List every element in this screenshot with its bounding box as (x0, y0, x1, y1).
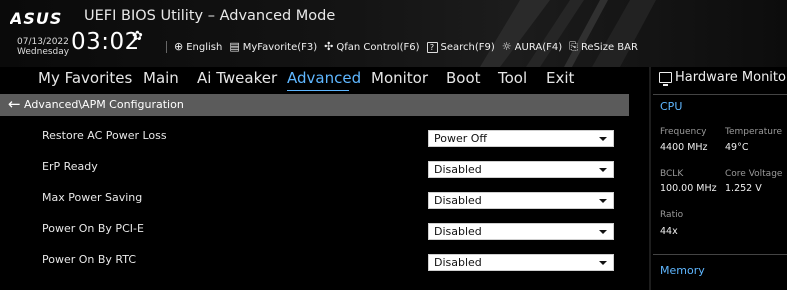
frequency-label: Frequency (660, 127, 707, 137)
setting-erp-ready[interactable]: ErP Ready Disabled (0, 151, 629, 182)
setting-label: ErP Ready (42, 160, 98, 173)
toolbar: ⊕ English ▤ MyFavorite(F3) ✣ Qfan Contro… (166, 39, 645, 55)
settings-list: Restore AC Power Loss Power Off ErP Read… (0, 116, 629, 290)
qfan-control-button[interactable]: ✣ Qfan Control(F6) (324, 40, 420, 53)
date-text: 07/13/2022 (17, 37, 69, 47)
my-favorite-button[interactable]: ▤ MyFavorite(F3) (229, 40, 318, 53)
resize-bar-label: ReSize BAR (580, 41, 638, 53)
frequency-value: 4400 MHz (660, 142, 708, 153)
tab-tool[interactable]: Tool (498, 69, 527, 87)
setting-max-power-saving[interactable]: Max Power Saving Disabled (0, 182, 629, 213)
aura-label: AURA(F4) (514, 41, 563, 53)
temperature-value: 49°C (725, 142, 749, 153)
select-value: Disabled (434, 225, 482, 238)
monitor-icon (659, 72, 672, 86)
ratio-label: Ratio (660, 210, 684, 220)
select-value: Disabled (434, 256, 482, 269)
core-voltage-value: 1.252 V (725, 183, 762, 194)
setting-power-on-by-pcie[interactable]: Power On By PCI-E Disabled (0, 213, 629, 244)
select-value: Disabled (434, 194, 482, 207)
bclk-value: 100.00 MHz (660, 183, 717, 194)
setting-label: Max Power Saving (42, 191, 143, 204)
resize-bar-button[interactable]: ⎘ ReSize BAR (569, 40, 638, 53)
hardware-monitor-title: Hardware Monitor (659, 70, 787, 86)
restore-ac-power-loss-select[interactable]: Power Off (428, 130, 614, 147)
back-arrow-icon[interactable]: ← (8, 95, 21, 113)
favorite-icon: ▤ (229, 40, 240, 53)
title-bar: ASUS UEFI BIOS Utility – Advanced Mode 0… (0, 0, 787, 67)
aura-button[interactable]: ☼ AURA(F4) (501, 40, 563, 53)
decorative-streaks (480, 0, 656, 67)
tab-main[interactable]: Main (143, 69, 179, 87)
toolbar-separator (166, 41, 167, 53)
fan-icon: ✣ (324, 40, 334, 53)
tab-my-favorites[interactable]: My Favorites (38, 69, 132, 87)
chevron-down-icon (599, 199, 607, 203)
ratio-value: 44x (660, 226, 678, 237)
chevron-down-icon (599, 168, 607, 172)
select-value: Power Off (434, 132, 487, 145)
app-title: UEFI BIOS Utility – Advanced Mode (84, 8, 336, 24)
qfan-control-label: Qfan Control(F6) (336, 41, 420, 53)
cpu-section-title: CPU (660, 100, 683, 113)
setting-label: Power On By PCI-E (42, 222, 144, 235)
active-tab-indicator (287, 90, 349, 91)
asus-logo: ASUS (10, 10, 62, 26)
power-on-by-rtc-select[interactable]: Disabled (428, 254, 614, 271)
tab-advanced[interactable]: Advanced (287, 69, 361, 87)
setting-restore-ac-power-loss[interactable]: Restore AC Power Loss Power Off (0, 120, 629, 151)
language-button[interactable]: ⊕ English (174, 40, 223, 53)
divider (653, 94, 787, 95)
setting-power-on-by-rtc[interactable]: Power On By RTC Disabled (0, 244, 629, 275)
hardware-monitor-label: Hardware Monitor (675, 70, 787, 85)
tab-boot[interactable]: Boot (446, 69, 481, 87)
time-display: 03:02 (71, 29, 140, 55)
chevron-down-icon (599, 230, 607, 234)
gear-icon[interactable]: ✿ (132, 29, 143, 44)
memory-section-title: Memory (660, 264, 705, 277)
search-icon: ? (426, 41, 438, 53)
setting-label: Power On By RTC (42, 253, 137, 266)
aura-icon: ☼ (501, 40, 512, 53)
divider (653, 254, 787, 255)
breadcrumb: ← Advanced\APM Configuration (0, 94, 629, 116)
language-label: English (186, 41, 223, 53)
tab-monitor[interactable]: Monitor (371, 69, 428, 87)
svg-text:ASUS: ASUS (10, 10, 62, 26)
search-button[interactable]: ? Search(F9) (426, 41, 495, 53)
core-voltage-label: Core Voltage (725, 169, 783, 179)
tab-ai-tweaker[interactable]: Ai Tweaker (197, 69, 277, 87)
date-display: 07/13/2022 Wednesday (17, 37, 69, 57)
select-value: Disabled (434, 163, 482, 176)
setting-label: Restore AC Power Loss (42, 129, 167, 142)
tab-exit[interactable]: Exit (546, 69, 574, 87)
weekday-text: Wednesday (17, 47, 70, 57)
bclk-label: BCLK (660, 169, 684, 179)
main-menu: My Favorites Main Ai Tweaker Advanced Mo… (0, 67, 640, 92)
chevron-down-icon (599, 261, 607, 265)
breadcrumb-path: Advanced\APM Configuration (24, 98, 184, 111)
hardware-monitor-panel: Hardware Monitor CPU Frequency 4400 MHz … (649, 67, 787, 290)
chevron-down-icon (599, 137, 607, 141)
globe-icon: ⊕ (174, 40, 184, 53)
search-label: Search(F9) (440, 41, 495, 53)
erp-ready-select[interactable]: Disabled (428, 161, 614, 178)
max-power-saving-select[interactable]: Disabled (428, 192, 614, 209)
resize-bar-icon: ⎘ (569, 40, 578, 53)
power-on-by-pcie-select[interactable]: Disabled (428, 223, 614, 240)
temperature-label: Temperature (725, 127, 783, 137)
my-favorite-label: MyFavorite(F3) (242, 41, 318, 53)
